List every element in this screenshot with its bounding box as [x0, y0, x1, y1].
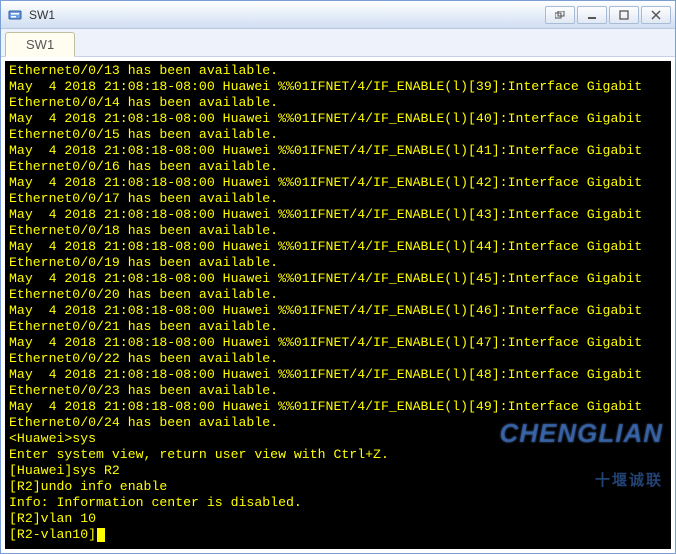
terminal-line: Ethernet0/0/23 has been available.: [9, 383, 667, 399]
terminal-line: May 4 2018 21:08:18-08:00 Huawei %%01IFN…: [9, 303, 667, 319]
terminal-line: May 4 2018 21:08:18-08:00 Huawei %%01IFN…: [9, 399, 667, 415]
terminal-line: [R2-vlan10]: [9, 527, 667, 543]
tabbar: SW1: [1, 29, 675, 57]
terminal-line: Ethernet0/0/15 has been available.: [9, 127, 667, 143]
terminal-line: May 4 2018 21:08:18-08:00 Huawei %%01IFN…: [9, 79, 667, 95]
terminal-line: May 4 2018 21:08:18-08:00 Huawei %%01IFN…: [9, 367, 667, 383]
terminal-line: May 4 2018 21:08:18-08:00 Huawei %%01IFN…: [9, 111, 667, 127]
window-title: SW1: [29, 8, 543, 22]
terminal-line: May 4 2018 21:08:18-08:00 Huawei %%01IFN…: [9, 239, 667, 255]
terminal-line: May 4 2018 21:08:18-08:00 Huawei %%01IFN…: [9, 271, 667, 287]
window-controls: [543, 6, 671, 24]
terminal-line: May 4 2018 21:08:18-08:00 Huawei %%01IFN…: [9, 175, 667, 191]
terminal-line: Ethernet0/0/24 has been available.: [9, 415, 667, 431]
terminal-line: [R2]undo info enable: [9, 479, 667, 495]
app-window: SW1 SW1 Ethernet0/0/13 has been availabl…: [0, 0, 676, 554]
terminal-line: May 4 2018 21:08:18-08:00 Huawei %%01IFN…: [9, 207, 667, 223]
restore-down-button[interactable]: [545, 6, 575, 24]
close-button[interactable]: [641, 6, 671, 24]
titlebar: SW1: [1, 1, 675, 29]
terminal-line: Ethernet0/0/13 has been available.: [9, 63, 667, 79]
terminal-line: Ethernet0/0/20 has been available.: [9, 287, 667, 303]
terminal-line: May 4 2018 21:08:18-08:00 Huawei %%01IFN…: [9, 143, 667, 159]
terminal-line: Info: Information center is disabled.: [9, 495, 667, 511]
terminal-line: May 4 2018 21:08:18-08:00 Huawei %%01IFN…: [9, 335, 667, 351]
terminal-line: Ethernet0/0/18 has been available.: [9, 223, 667, 239]
terminal-container: Ethernet0/0/13 has been available.May 4 …: [1, 57, 675, 553]
terminal-line: Ethernet0/0/14 has been available.: [9, 95, 667, 111]
minimize-button[interactable]: [577, 6, 607, 24]
terminal[interactable]: Ethernet0/0/13 has been available.May 4 …: [5, 61, 671, 549]
app-icon: [7, 7, 23, 23]
terminal-line: <Huawei>sys: [9, 431, 667, 447]
terminal-line: Enter system view, return user view with…: [9, 447, 667, 463]
terminal-line: [Huawei]sys R2: [9, 463, 667, 479]
terminal-line: Ethernet0/0/16 has been available.: [9, 159, 667, 175]
terminal-line: Ethernet0/0/22 has been available.: [9, 351, 667, 367]
terminal-line: Ethernet0/0/17 has been available.: [9, 191, 667, 207]
terminal-line: Ethernet0/0/19 has been available.: [9, 255, 667, 271]
tab-sw1[interactable]: SW1: [5, 32, 75, 57]
maximize-button[interactable]: [609, 6, 639, 24]
terminal-cursor: [97, 528, 105, 542]
terminal-line: Ethernet0/0/21 has been available.: [9, 319, 667, 335]
terminal-line: [R2]vlan 10: [9, 511, 667, 527]
